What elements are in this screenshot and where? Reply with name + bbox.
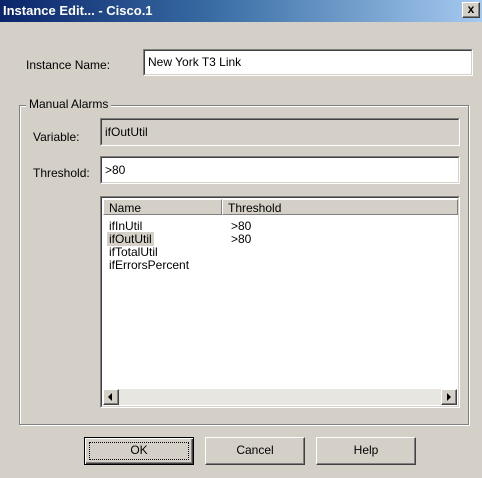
variable-field: ifOutUtil [100, 118, 460, 146]
close-button[interactable]: x [462, 2, 480, 18]
help-label: Help [353, 443, 379, 457]
manual-alarms-title: Manual Alarms [26, 97, 112, 111]
alarms-list[interactable]: Name Threshold ifInUtil >80 ifOutUtil >8… [100, 196, 460, 408]
cancel-button[interactable]: Cancel [205, 437, 305, 465]
arrow-right-icon [447, 393, 451, 401]
cancel-label: Cancel [236, 443, 274, 457]
help-button[interactable]: Help [316, 437, 416, 465]
instance-name-value[interactable]: New York T3 Link [144, 50, 472, 75]
threshold-label: Threshold: [33, 166, 90, 180]
column-header-threshold[interactable]: Threshold [222, 199, 458, 215]
variable-value: ifOutUtil [101, 119, 459, 145]
window-title: Instance Edit... - Cisco.1 [3, 3, 153, 18]
scroll-left-button[interactable] [103, 389, 119, 405]
list-item-name: ifErrorsPercent [109, 258, 190, 272]
horizontal-scrollbar[interactable] [103, 389, 457, 405]
scroll-right-button[interactable] [441, 389, 457, 405]
list-item-threshold: >80 [231, 219, 252, 233]
list-item-name: ifOutUtil [107, 232, 154, 246]
threshold-value[interactable]: >80 [101, 157, 459, 183]
list-item-threshold: >80 [231, 232, 252, 246]
column-header-name[interactable]: Name [103, 199, 222, 215]
instance-name-label: Instance Name: [26, 58, 111, 72]
ok-button[interactable]: OK [84, 437, 194, 465]
threshold-field[interactable]: >80 [100, 156, 460, 184]
close-icon: x [467, 2, 475, 16]
list-item-name: ifTotalUtil [109, 245, 158, 259]
list-item-name: ifInUtil [109, 219, 143, 233]
instance-name-field[interactable]: New York T3 Link [143, 49, 473, 76]
variable-label: Variable: [33, 130, 80, 144]
title-bar[interactable]: Instance Edit... - Cisco.1 x [0, 0, 482, 22]
arrow-left-icon [108, 393, 112, 401]
ok-label: OK [130, 443, 148, 457]
